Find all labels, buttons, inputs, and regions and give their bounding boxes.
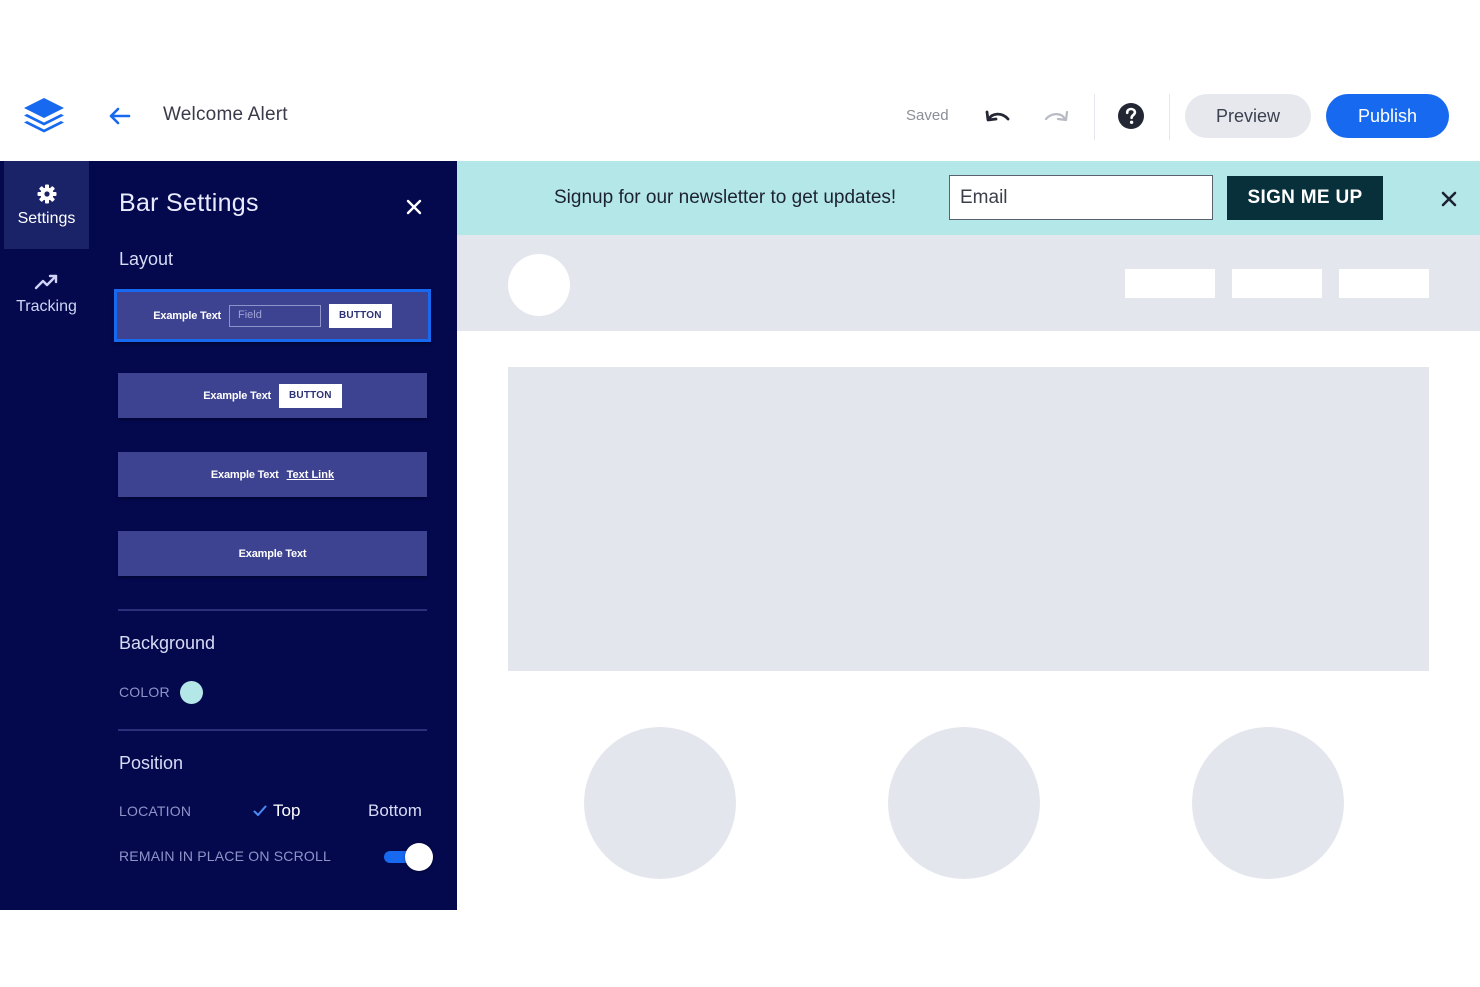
sidebar-item-settings[interactable]: Settings [4, 161, 89, 249]
save-status: Saved [906, 107, 949, 124]
redo-button[interactable] [1040, 103, 1074, 131]
top-bar: Welcome Alert Saved Preview Publish [0, 70, 1480, 161]
layout-option-text-link[interactable]: Example Text Text Link [118, 452, 427, 497]
layout-option-text: Example Text [203, 389, 272, 402]
close-icon [1441, 191, 1457, 207]
mock-site-header [457, 235, 1480, 331]
location-option-top[interactable]: Top [253, 801, 300, 821]
mock-feature-placeholder [888, 727, 1040, 879]
panel-title: Bar Settings [119, 189, 259, 217]
location-option-bottom[interactable]: Bottom [368, 801, 422, 821]
layers-logo-icon[interactable] [22, 96, 66, 136]
gear-icon [36, 182, 58, 206]
scroll-label: REMAIN IN PLACE ON SCROLL [119, 848, 331, 864]
back-button[interactable] [104, 102, 134, 130]
toggle-knob [405, 843, 433, 871]
sidebar-rail: Settings Tracking [0, 161, 89, 910]
mock-logo-placeholder [508, 254, 570, 316]
close-panel-button[interactable] [402, 195, 426, 219]
close-icon [406, 199, 422, 215]
sidebar-item-label: Tracking [16, 298, 77, 315]
mock-nav-placeholder [1339, 269, 1429, 298]
mock-hero-placeholder [508, 367, 1429, 671]
redo-icon [1044, 110, 1069, 122]
layout-option-text: Example Text [210, 468, 279, 481]
mock-feature-placeholder [584, 727, 736, 879]
remain-in-place-toggle[interactable] [384, 841, 434, 873]
layout-option-text: Example Text [238, 547, 307, 560]
layout-section-label: Layout [119, 249, 174, 269]
sign-me-up-button[interactable]: SIGN ME UP [1227, 176, 1383, 220]
layout-option-link: Text Link [286, 468, 335, 481]
background-color-swatch[interactable] [180, 681, 203, 704]
document-title: Welcome Alert [163, 104, 288, 125]
app-window: Welcome Alert Saved Preview Publish Sett… [0, 0, 1480, 987]
location-option-label: Top [273, 801, 301, 820]
layout-option-text-only[interactable]: Example Text [118, 531, 427, 576]
undo-icon [985, 110, 1010, 122]
help-button[interactable] [1117, 102, 1145, 130]
undo-button[interactable] [980, 103, 1014, 131]
section-divider [118, 609, 427, 611]
alert-message: Signup for our newsletter to get updates… [554, 187, 897, 208]
alert-bar: Signup for our newsletter to get updates… [457, 161, 1480, 235]
position-section-label: Position [119, 753, 184, 773]
check-icon [253, 805, 267, 816]
layout-option-field: Field [229, 304, 322, 327]
mock-nav-placeholder [1232, 269, 1322, 298]
close-alert-button[interactable] [1437, 187, 1461, 211]
arrow-left-icon [109, 107, 131, 125]
toolbar-divider [1094, 94, 1095, 140]
trending-up-icon [34, 270, 60, 294]
location-label: LOCATION [119, 803, 192, 819]
bar-settings-panel: Bar Settings Layout Example Text Field B… [89, 161, 457, 910]
sidebar-item-label: Settings [17, 210, 76, 227]
site-preview: Signup for our newsletter to get updates… [457, 161, 1480, 910]
layout-option-button: BUTTON [279, 383, 342, 408]
mock-feature-placeholder [1192, 727, 1344, 879]
toolbar-divider [1169, 94, 1170, 140]
layout-option-field-button[interactable]: Example Text Field BUTTON [114, 289, 431, 342]
publish-button[interactable]: Publish [1326, 94, 1449, 138]
background-section-label: Background [119, 633, 216, 653]
layout-option-text: Example Text [153, 309, 222, 322]
layout-option-button: BUTTON [329, 303, 392, 328]
layout-option-button-only[interactable]: Example Text BUTTON [118, 373, 427, 418]
sidebar-item-tracking[interactable]: Tracking [4, 249, 89, 337]
help-circle-icon [1118, 103, 1144, 129]
preview-button[interactable]: Preview [1185, 94, 1311, 138]
email-field[interactable] [949, 175, 1213, 220]
color-label: COLOR [119, 684, 170, 700]
section-divider [118, 729, 427, 731]
mock-nav-placeholder [1125, 269, 1215, 298]
